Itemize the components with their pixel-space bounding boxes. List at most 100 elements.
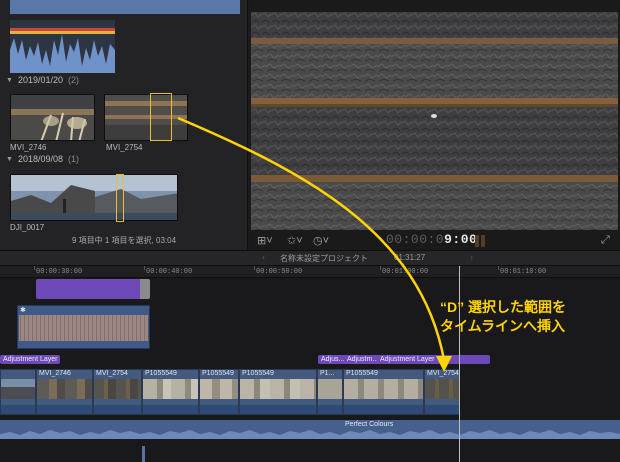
ruler-label: 00:00:50:00 (256, 268, 303, 276)
range-selection[interactable] (150, 93, 172, 141)
clip-thumbnail-mvi-2746[interactable] (10, 94, 95, 141)
clip-image (11, 95, 94, 140)
filmstrip (143, 379, 198, 399)
storyline-clip[interactable]: P1055549 (199, 369, 239, 415)
group-date: 2018/09/08 (17, 154, 63, 164)
group-count: (2) (67, 75, 79, 85)
back-arrow-icon[interactable]: ‹ (262, 252, 265, 262)
clip-label: P1055549 (202, 370, 234, 377)
ruler-tick (380, 266, 381, 270)
connected-clip-marker: ✱ (20, 307, 26, 314)
storyline-clip-mvi-2754[interactable]: MVI_2754 (93, 369, 142, 415)
filmstrip (1, 379, 35, 399)
music-waveform (0, 430, 620, 439)
ruler-label: 00:01:00:00 (382, 268, 429, 276)
inserted-clip-mvi-2754[interactable]: MVI_2754 (424, 369, 460, 415)
filmstrip (318, 379, 342, 399)
playhead[interactable] (459, 266, 460, 462)
title-clip[interactable] (36, 279, 148, 299)
group-date: 2019/01/20 (17, 75, 63, 85)
timecode-active: 9:00 (444, 232, 478, 247)
speed-icon[interactable]: ◷˅ (313, 234, 329, 247)
music-track[interactable]: Perfect Colours (0, 420, 620, 439)
ruler-label: 00:01:10:00 (500, 268, 547, 276)
ruler-tick (498, 266, 499, 270)
annotation-line-2: タイムラインへ挿入 (440, 318, 566, 334)
storyline-clip[interactable]: P1055549 (142, 369, 199, 415)
ruler-tick (144, 266, 145, 270)
cliff-frame-image (251, 12, 618, 230)
audio-waveform (94, 405, 141, 414)
adjustment-layer-clip[interactable]: Adjustment Layer (377, 355, 490, 364)
filmstrip (240, 379, 316, 399)
audio-level-meter (475, 235, 485, 247)
annotation-text: “D” 選択した範囲を タイムラインへ挿入 (440, 298, 615, 336)
clip-thumbnail-mvi-2754[interactable] (104, 94, 188, 141)
waveform-graphic (10, 28, 115, 73)
audio-waveform (425, 405, 459, 414)
clip-trim-handle[interactable] (140, 279, 150, 299)
clip-name: DJI_0017 (10, 223, 45, 232)
annotation-line-1: “D” 選択した範囲を (440, 299, 566, 315)
filmstrip (200, 379, 238, 399)
date-group-header[interactable]: ▼ 2019/01/20 (2) (6, 73, 79, 87)
audio-clip-strip[interactable] (10, 0, 240, 14)
audio-waveform (1, 405, 35, 414)
clip-label: P1055549 (346, 370, 378, 377)
clip-label: P1055549 (145, 370, 177, 377)
storyline-clip[interactable]: P1... (317, 369, 343, 415)
viewer-image[interactable] (251, 12, 618, 230)
forward-arrow-icon[interactable]: › (470, 252, 473, 262)
browser-status: 9 項目中 1 項目を選択, 03:04 (71, 236, 177, 245)
viewer-controls: ⊞˅ ✩˅ ◷˅ 00:00:09:00 ⤢ (249, 232, 620, 250)
clip-label: MVI_2754 (427, 370, 459, 377)
clip-label: P1055549 (242, 370, 274, 377)
clip-image (105, 95, 187, 140)
audio-waveform (240, 405, 316, 414)
project-title: 名称未設定プロジェクト (280, 254, 368, 263)
clip-label: P1... (320, 370, 335, 377)
clip-label: MVI_2746 (39, 370, 71, 377)
audio-waveform (344, 405, 423, 414)
timecode-dim: 00:00:0 (386, 232, 445, 247)
transform-icon[interactable]: ✩˅ (287, 234, 303, 247)
filmstrip (37, 379, 92, 399)
crop-icon[interactable]: ⊞˅ (257, 234, 273, 247)
clip-thumbnail-dji-0017[interactable] (10, 174, 178, 221)
adjustment-layer-clip[interactable]: Adjustm... (344, 355, 382, 364)
ruler-tick (34, 266, 35, 270)
fullscreen-icon[interactable]: ⤢ (601, 234, 610, 247)
timeline-ruler[interactable]: 00:00:30:00 00:00:40:00 00:00:50:00 00:0… (0, 266, 620, 278)
disclosure-triangle-icon[interactable]: ▼ (6, 156, 13, 163)
adjustment-layer-clip[interactable]: Adjustment Layer (0, 355, 61, 364)
storyline-clip[interactable]: P1055549 (343, 369, 424, 415)
range-selection[interactable] (116, 174, 124, 222)
filmstrip (94, 379, 141, 399)
clip-image (11, 175, 177, 220)
project-duration: 01:31:27 (394, 253, 426, 262)
audio-clip-thumbnail[interactable] (10, 20, 115, 73)
ruler-tick (254, 266, 255, 270)
group-count: (1) (67, 154, 79, 164)
filmstrip (425, 379, 459, 399)
connected-clip[interactable]: ✱ (17, 305, 150, 349)
audio-waveform (143, 405, 198, 414)
viewer: ⊞˅ ✩˅ ◷˅ 00:00:09:00 ⤢ (249, 0, 620, 250)
clip-name: MVI_2754 (106, 143, 143, 152)
timeline-header: ‹ 名称未設定プロジェクト 01:31:27 › (0, 250, 620, 266)
date-group-header[interactable]: ▼ 2018/09/08 (1) (6, 152, 79, 166)
storyline-clip[interactable]: P1055549 (239, 369, 317, 415)
ruler-label: 00:00:30:00 (36, 268, 83, 276)
audio-waveform (37, 405, 92, 414)
event-browser: ▼ 2019/01/20 (2) MVI_2746 MVI_2754 ▼ 201… (0, 0, 248, 250)
disclosure-triangle-icon[interactable]: ▼ (6, 77, 13, 84)
audio-waveform (200, 405, 238, 414)
storyline-clip[interactable] (0, 369, 36, 415)
storyline-clip-mvi-2746[interactable]: MVI_2746 (36, 369, 93, 415)
clip-marker[interactable] (142, 446, 145, 462)
music-clip-label: Perfect Colours (345, 421, 394, 428)
timecode-display[interactable]: 00:00:09:00 (386, 232, 477, 247)
adjustment-layer-clip[interactable]: Adjus... (318, 355, 348, 364)
texture-filmstrip (19, 315, 148, 341)
ruler-label: 00:00:40:00 (146, 268, 193, 276)
